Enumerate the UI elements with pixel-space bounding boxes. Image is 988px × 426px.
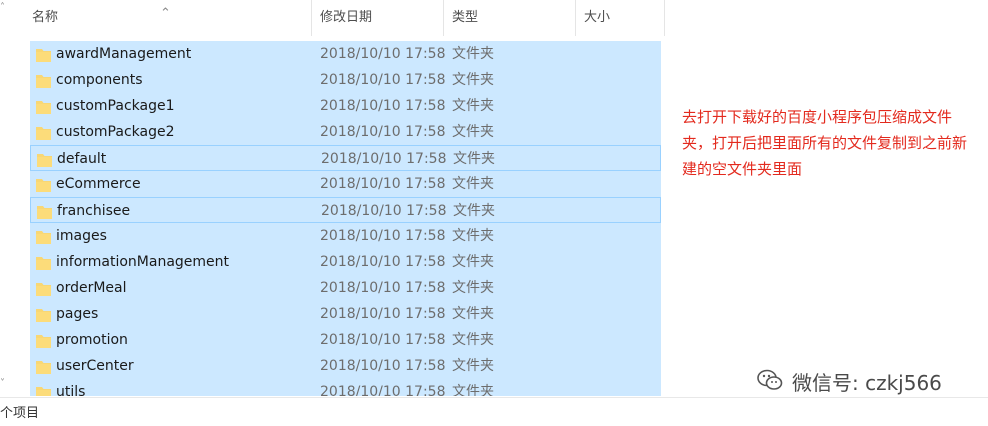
column-header-date-label: 修改日期 xyxy=(320,10,373,25)
folder-icon xyxy=(36,257,51,270)
file-type: 文件夹 xyxy=(452,72,494,88)
folder-icon xyxy=(36,309,51,322)
file-date: 2018/10/10 17:58 xyxy=(320,306,446,322)
folder-icon xyxy=(37,154,52,167)
folder-icon xyxy=(36,75,51,88)
instruction-annotation: 去打开下载好的百度小程序包压缩成文件夹，打开后把里面所有的文件复制到之前新建的空… xyxy=(682,108,968,178)
scroll-up-icon[interactable]: ˄ xyxy=(0,2,10,14)
file-date: 2018/10/10 17:58 xyxy=(320,332,446,348)
column-header-type-label: 类型 xyxy=(452,10,479,25)
file-row[interactable]: default 2018/10/10 17:58 文件夹 xyxy=(30,145,661,171)
file-type: 文件夹 xyxy=(452,384,494,396)
file-name: customPackage2 xyxy=(56,124,175,140)
file-name: orderMeal xyxy=(56,280,127,296)
column-header-name[interactable]: 名称 ⌃ xyxy=(0,0,312,36)
file-type: 文件夹 xyxy=(452,46,494,62)
file-name: utils xyxy=(56,384,86,396)
file-name: images xyxy=(56,228,107,244)
file-type: 文件夹 xyxy=(453,151,495,167)
file-type: 文件夹 xyxy=(452,358,494,374)
file-row[interactable]: pages 2018/10/10 17:58 文件夹 xyxy=(30,301,661,327)
folder-icon xyxy=(36,361,51,374)
folder-icon xyxy=(36,335,51,348)
column-header-name-label: 名称 xyxy=(32,10,59,25)
file-date: 2018/10/10 17:58 xyxy=(320,124,446,140)
file-date: 2018/10/10 17:58 xyxy=(320,176,446,192)
column-header-size[interactable]: 大小 xyxy=(576,0,665,36)
item-count-text: 个项目 xyxy=(0,406,40,421)
file-name: eCommerce xyxy=(56,176,141,192)
wechat-id-text: 微信号: czkj566 xyxy=(792,371,942,395)
file-row[interactable]: customPackage1 2018/10/10 17:58 文件夹 xyxy=(30,93,661,119)
file-type: 文件夹 xyxy=(452,98,494,114)
file-row[interactable]: orderMeal 2018/10/10 17:58 文件夹 xyxy=(30,275,661,301)
file-date: 2018/10/10 17:58 xyxy=(320,254,446,270)
file-row[interactable]: userCenter 2018/10/10 17:58 文件夹 xyxy=(30,353,661,379)
file-date: 2018/10/10 17:58 xyxy=(320,358,446,374)
file-list: awardManagement 2018/10/10 17:58 文件夹 com… xyxy=(0,41,665,396)
file-name: awardManagement xyxy=(56,46,192,62)
file-name: customPackage1 xyxy=(56,98,175,114)
file-row[interactable]: images 2018/10/10 17:58 文件夹 xyxy=(30,223,661,249)
folder-icon xyxy=(36,49,51,62)
folder-icon xyxy=(36,387,51,396)
file-date: 2018/10/10 17:58 xyxy=(321,203,447,219)
file-date: 2018/10/10 17:58 xyxy=(320,46,446,62)
file-type: 文件夹 xyxy=(453,203,495,219)
file-type: 文件夹 xyxy=(452,124,494,140)
file-name: components xyxy=(56,72,143,88)
file-row[interactable]: customPackage2 2018/10/10 17:58 文件夹 xyxy=(30,119,661,145)
file-name: default xyxy=(57,151,107,167)
file-name: promotion xyxy=(56,332,128,348)
folder-icon xyxy=(37,206,52,219)
file-type: 文件夹 xyxy=(452,176,494,192)
file-row[interactable]: franchisee 2018/10/10 17:58 文件夹 xyxy=(30,197,661,223)
file-date: 2018/10/10 17:58 xyxy=(320,280,446,296)
file-row[interactable]: utils 2018/10/10 17:58 文件夹 xyxy=(30,379,661,396)
file-name: informationManagement xyxy=(56,254,230,270)
column-header-date[interactable]: 修改日期 xyxy=(312,0,444,36)
file-type: 文件夹 xyxy=(452,332,494,348)
folder-icon xyxy=(36,179,51,192)
wechat-icon xyxy=(757,369,783,390)
status-bar: 个项目 xyxy=(0,397,988,426)
file-row[interactable]: promotion 2018/10/10 17:58 文件夹 xyxy=(30,327,661,353)
file-name: franchisee xyxy=(57,203,131,219)
file-type: 文件夹 xyxy=(452,280,494,296)
file-name: pages xyxy=(56,306,99,322)
file-date: 2018/10/10 17:58 xyxy=(320,384,446,396)
file-type: 文件夹 xyxy=(452,228,494,244)
column-header-size-label: 大小 xyxy=(584,10,611,25)
sort-ascending-icon: ⌃ xyxy=(160,6,171,21)
file-type: 文件夹 xyxy=(452,254,494,270)
file-row[interactable]: eCommerce 2018/10/10 17:58 文件夹 xyxy=(30,171,661,197)
file-date: 2018/10/10 17:58 xyxy=(321,151,447,167)
file-date: 2018/10/10 17:58 xyxy=(320,72,446,88)
file-row[interactable]: components 2018/10/10 17:58 文件夹 xyxy=(30,67,661,93)
column-header-bar: 名称 ⌃ 修改日期 类型 大小 xyxy=(0,0,665,36)
folder-icon xyxy=(36,283,51,296)
file-row[interactable]: informationManagement 2018/10/10 17:58 文… xyxy=(30,249,661,275)
folder-icon xyxy=(36,231,51,244)
folder-icon xyxy=(36,101,51,114)
file-date: 2018/10/10 17:58 xyxy=(320,98,446,114)
column-header-type[interactable]: 类型 xyxy=(444,0,576,36)
file-type: 文件夹 xyxy=(452,306,494,322)
file-name: userCenter xyxy=(56,358,134,374)
file-row[interactable]: awardManagement 2018/10/10 17:58 文件夹 xyxy=(30,41,661,67)
file-date: 2018/10/10 17:58 xyxy=(320,228,446,244)
folder-icon xyxy=(36,127,51,140)
